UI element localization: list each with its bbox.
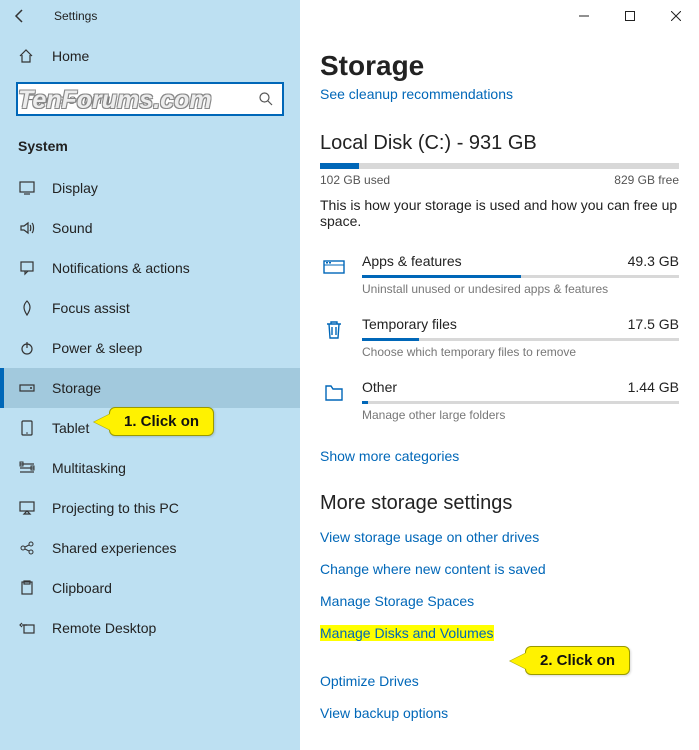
sidebar-item-label: Projecting to this PC bbox=[52, 500, 179, 516]
sidebar-item-projecting[interactable]: Projecting to this PC bbox=[0, 488, 300, 528]
sidebar-item-clipboard[interactable]: Clipboard bbox=[0, 568, 300, 608]
power-icon bbox=[18, 340, 36, 356]
sidebar-item-label: Storage bbox=[52, 380, 101, 396]
projecting-icon bbox=[18, 500, 36, 516]
link-storage-spaces[interactable]: Manage Storage Spaces bbox=[320, 593, 679, 609]
link-backup-options[interactable]: View backup options bbox=[320, 705, 679, 721]
sidebar-item-shared-experiences[interactable]: Shared experiences bbox=[0, 528, 300, 568]
search-input[interactable] bbox=[16, 82, 284, 116]
sidebar-item-focus-assist[interactable]: Focus assist bbox=[0, 288, 300, 328]
sidebar-item-label: Remote Desktop bbox=[52, 620, 156, 636]
callout-1: 1. Click on bbox=[109, 407, 214, 436]
link-change-content-location[interactable]: Change where new content is saved bbox=[320, 561, 679, 577]
multitasking-icon bbox=[18, 460, 36, 476]
sidebar-item-label: Shared experiences bbox=[52, 540, 177, 556]
main-content: Storage See cleanup recommendations Loca… bbox=[300, 0, 699, 750]
sidebar-item-display[interactable]: Display bbox=[0, 168, 300, 208]
page-title: Storage bbox=[320, 50, 679, 82]
sidebar-item-label: Multitasking bbox=[52, 460, 126, 476]
drive-usage-bar bbox=[320, 163, 679, 169]
callout-2: 2. Click on bbox=[525, 646, 630, 675]
used-label: 102 GB used bbox=[320, 173, 390, 187]
folder-icon bbox=[320, 379, 348, 407]
show-more-categories[interactable]: Show more categories bbox=[320, 448, 679, 464]
trash-icon bbox=[320, 316, 348, 344]
clipboard-icon bbox=[18, 580, 36, 596]
cat-name: Temporary files bbox=[362, 316, 457, 332]
cat-sub: Uninstall unused or undesired apps & fea… bbox=[362, 282, 679, 296]
sidebar-item-label: Clipboard bbox=[52, 580, 112, 596]
storage-icon bbox=[18, 380, 36, 396]
sidebar-item-label: Tablet bbox=[52, 420, 89, 436]
sidebar-item-remote-desktop[interactable]: Remote Desktop bbox=[0, 608, 300, 648]
home-icon bbox=[18, 48, 36, 64]
sidebar-item-multitasking[interactable]: Multitasking bbox=[0, 448, 300, 488]
cleanup-link[interactable]: See cleanup recommendations bbox=[320, 86, 679, 102]
back-button[interactable] bbox=[0, 0, 40, 32]
more-storage-heading: More storage settings bbox=[320, 492, 679, 515]
cat-sub: Manage other large folders bbox=[362, 408, 679, 422]
cat-size: 17.5 GB bbox=[628, 316, 679, 332]
cat-size: 49.3 GB bbox=[628, 253, 679, 269]
focus-assist-icon bbox=[18, 300, 36, 316]
sidebar-item-label: Display bbox=[52, 180, 98, 196]
app-title: Settings bbox=[54, 9, 97, 23]
home-label: Home bbox=[52, 48, 89, 64]
link-view-other-drives[interactable]: View storage usage on other drives bbox=[320, 529, 679, 545]
sidebar-item-label: Sound bbox=[52, 220, 92, 236]
remote-desktop-icon bbox=[18, 620, 36, 636]
sidebar: Home System Display Sound Notifications … bbox=[0, 0, 300, 750]
display-icon bbox=[18, 180, 36, 196]
cat-sub: Choose which temporary files to remove bbox=[362, 345, 679, 359]
home-button[interactable]: Home bbox=[0, 38, 300, 74]
notifications-icon bbox=[18, 260, 36, 276]
cat-name: Apps & features bbox=[362, 253, 462, 269]
sidebar-item-power-sleep[interactable]: Power & sleep bbox=[0, 328, 300, 368]
free-label: 829 GB free bbox=[614, 173, 679, 187]
sidebar-item-sound[interactable]: Sound bbox=[0, 208, 300, 248]
tablet-icon bbox=[18, 420, 36, 436]
sidebar-item-notifications[interactable]: Notifications & actions bbox=[0, 248, 300, 288]
sound-icon bbox=[18, 220, 36, 236]
link-manage-disks-volumes[interactable]: Manage Disks and Volumes bbox=[320, 625, 494, 641]
category-temp-files[interactable]: Temporary files 17.5 GB Choose which temp… bbox=[320, 306, 679, 369]
cat-name: Other bbox=[362, 379, 397, 395]
shared-icon bbox=[18, 540, 36, 556]
sidebar-item-label: Power & sleep bbox=[52, 340, 142, 356]
category-other[interactable]: Other 1.44 GB Manage other large folders bbox=[320, 369, 679, 432]
category-apps-features[interactable]: Apps & features 49.3 GB Uninstall unused … bbox=[320, 243, 679, 306]
cat-size: 1.44 GB bbox=[628, 379, 679, 395]
drive-title: Local Disk (C:) - 931 GB bbox=[320, 132, 679, 155]
sidebar-item-storage[interactable]: Storage bbox=[0, 368, 300, 408]
storage-description: This is how your storage is used and how… bbox=[320, 197, 679, 229]
sidebar-item-label: Focus assist bbox=[52, 300, 130, 316]
section-label: System bbox=[0, 130, 300, 168]
link-optimize-drives[interactable]: Optimize Drives bbox=[320, 673, 679, 689]
apps-icon bbox=[320, 253, 348, 281]
sidebar-item-label: Notifications & actions bbox=[52, 260, 190, 276]
